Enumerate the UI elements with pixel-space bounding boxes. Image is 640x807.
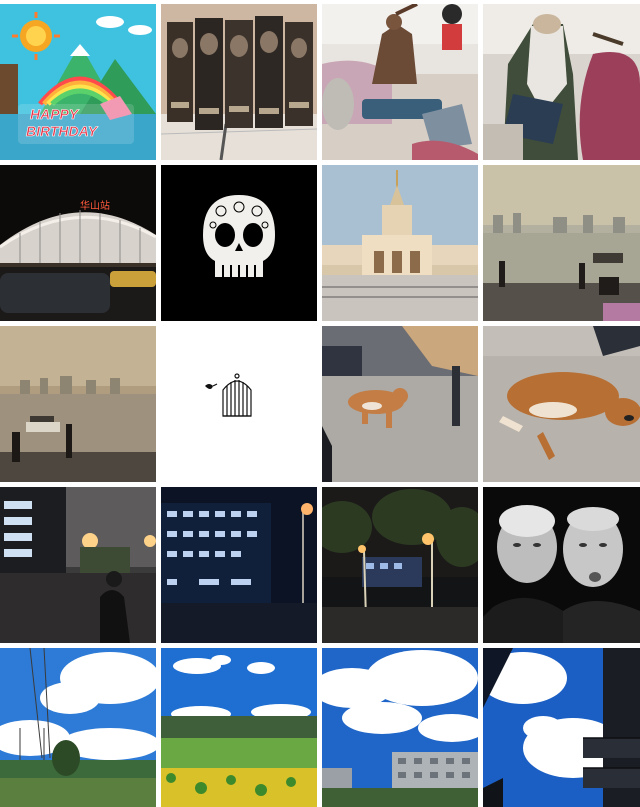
photo-office-building-night[interactable] xyxy=(161,487,317,643)
photo-stadium-night[interactable]: 华山站 xyxy=(0,165,156,321)
photo-movie-posters[interactable] xyxy=(161,4,317,160)
stadium-sign: 华山站 xyxy=(80,199,110,212)
photo-clouds-field-powerlines[interactable] xyxy=(0,648,156,807)
photo-clouds-apartments[interactable] xyxy=(322,648,478,807)
birthday-sign-line1: HAPPY xyxy=(30,106,80,122)
photo-grid: HAPPY BIRTHDAY 华山站 xyxy=(0,0,640,807)
photo-exhibition-hall[interactable] xyxy=(322,165,478,321)
photo-dog-playing[interactable] xyxy=(322,326,478,482)
photo-bird-cage-drawing[interactable] xyxy=(161,326,317,482)
photo-wizard-statue[interactable] xyxy=(483,4,640,160)
photo-birthday-cake-topper[interactable]: HAPPY BIRTHDAY xyxy=(0,4,156,160)
photo-clouds-building-balcony[interactable] xyxy=(483,648,640,807)
photo-two-men-portrait[interactable] xyxy=(483,487,640,643)
photo-street-lamps-night[interactable] xyxy=(322,487,478,643)
photo-hazy-lake-boat[interactable] xyxy=(0,326,156,482)
photo-skull-art[interactable] xyxy=(161,165,317,321)
photo-campus-dusk[interactable] xyxy=(0,487,156,643)
photo-dog-sleeping[interactable] xyxy=(483,326,640,482)
photo-flower-meadow[interactable] xyxy=(161,648,317,807)
photo-lake-sunset[interactable] xyxy=(483,165,640,321)
birthday-sign-line2: BIRTHDAY xyxy=(26,123,99,139)
photo-figurines-table[interactable] xyxy=(322,4,478,160)
